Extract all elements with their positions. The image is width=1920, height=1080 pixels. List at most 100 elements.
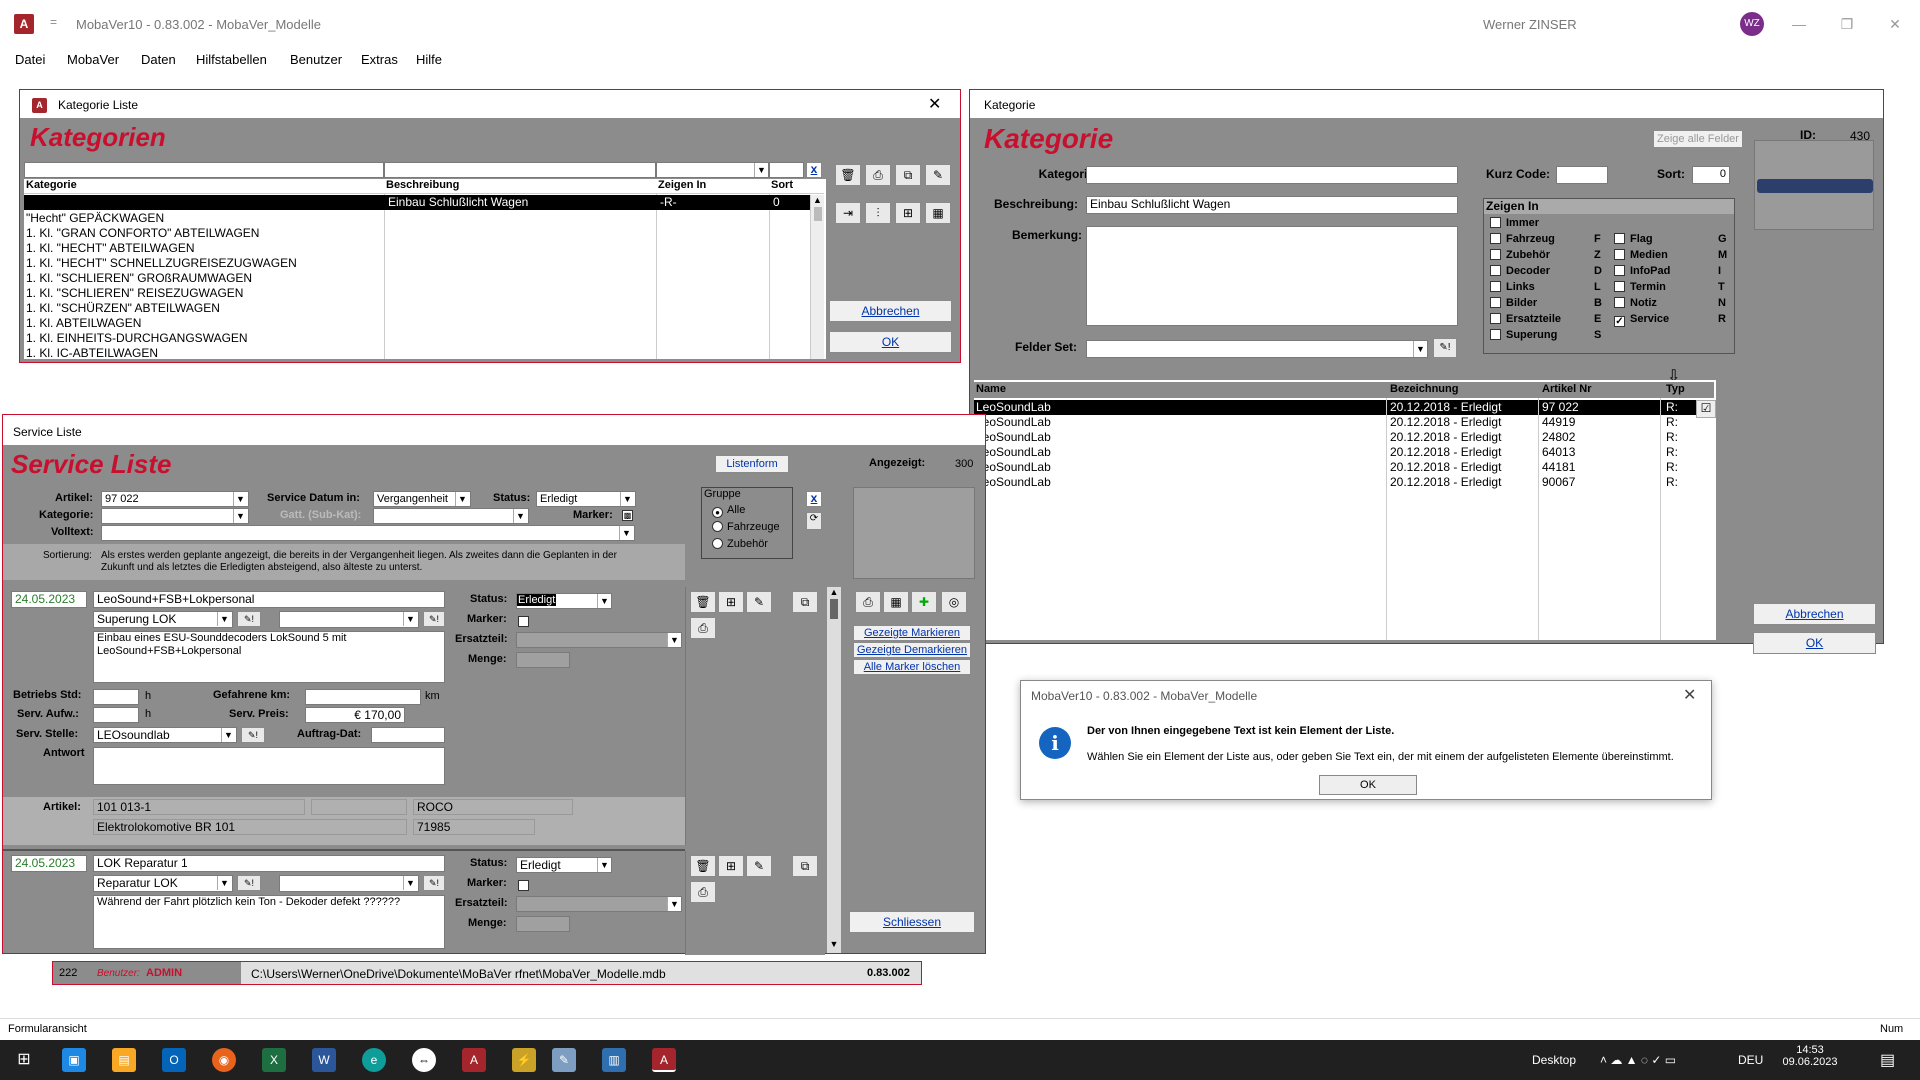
- checkbox[interactable]: [1490, 233, 1501, 244]
- zeigen-in-option[interactable]: Links L: [1490, 281, 1602, 296]
- table-row[interactable]: 1. Kl. "GRAN CONFORTO" ABTEILWAGEN: [26, 226, 259, 240]
- marker-filter-checkbox[interactable]: ▩: [622, 510, 633, 521]
- scrollbar[interactable]: ▲: [810, 195, 824, 359]
- table-row[interactable]: 1. Kl. ABTEILWAGEN: [26, 316, 141, 330]
- input-language[interactable]: DEU: [1738, 1053, 1763, 1067]
- delete-icon[interactable]: 🗑: [690, 855, 716, 877]
- clear-filter-button[interactable]: x: [806, 491, 822, 507]
- marker-checkbox[interactable]: [518, 878, 534, 892]
- checkbox[interactable]: [1614, 281, 1625, 292]
- edit-subtype-icon[interactable]: ✎!: [423, 875, 445, 891]
- table-row[interactable]: "Hecht" GEPÄCKWAGEN: [26, 211, 164, 225]
- scroll-thumb[interactable]: [830, 599, 838, 619]
- chevron-down-icon[interactable]: ▼: [217, 876, 231, 890]
- zeigen-in-option[interactable]: Immer: [1490, 217, 1602, 232]
- delete-icon[interactable]: 🗑: [690, 591, 716, 613]
- zeigen-in-option[interactable]: Zubehör Z: [1490, 249, 1602, 264]
- copy-icon[interactable]: ⧉: [792, 855, 818, 877]
- ersatzteil-select[interactable]: ▼: [516, 896, 682, 912]
- scrollbar[interactable]: ▲ ▼: [827, 587, 841, 953]
- zeigen-in-option[interactable]: Fahrzeug F: [1490, 233, 1602, 248]
- chevron-down-icon[interactable]: ▼: [513, 509, 527, 523]
- menu-mobaver[interactable]: MobaVer: [67, 52, 119, 67]
- checkbox[interactable]: [1614, 297, 1625, 308]
- menu-daten[interactable]: Daten: [141, 52, 176, 67]
- title-field[interactable]: LOK Reparatur 1: [93, 855, 445, 872]
- checkbox[interactable]: [1614, 249, 1625, 260]
- serv-preis-input[interactable]: € 170,00: [305, 707, 405, 723]
- checkbox[interactable]: [518, 880, 529, 891]
- checkbox[interactable]: [1490, 313, 1501, 324]
- tree-icon[interactable]: ⊞: [718, 591, 744, 613]
- access-active-icon[interactable]: A: [652, 1048, 676, 1072]
- description-textarea[interactable]: Während der Fahrt plötzlich kein Ton - D…: [93, 895, 445, 949]
- edit-felder-set-icon[interactable]: ✎!: [1433, 338, 1457, 358]
- col-artikel-nr[interactable]: Artikel Nr: [1542, 383, 1592, 395]
- checkbox[interactable]: ✓: [1614, 316, 1625, 327]
- avatar[interactable]: WZ: [1740, 12, 1764, 36]
- checkbox[interactable]: [1490, 281, 1501, 292]
- tree-icon[interactable]: ⊞: [895, 202, 921, 224]
- checkbox[interactable]: [1614, 265, 1625, 276]
- menu-benutzer[interactable]: Benutzer: [290, 52, 342, 67]
- kategorie-input[interactable]: [1086, 166, 1458, 184]
- table-row[interactable]: 1. Kl. "SCHLIEREN" REISEZUGWAGEN: [26, 286, 243, 300]
- edit-icon[interactable]: ✎: [925, 164, 951, 186]
- edit-serv-stelle-icon[interactable]: ✎!: [241, 727, 265, 743]
- chevron-down-icon[interactable]: ▼: [221, 728, 235, 742]
- betriebs-input[interactable]: [93, 689, 139, 705]
- word-icon[interactable]: W: [312, 1048, 336, 1072]
- chevron-down-icon[interactable]: ▼: [619, 526, 633, 540]
- check-icon[interactable]: ☑: [1696, 400, 1716, 418]
- col-bezeichnung[interactable]: Bezeichnung: [1390, 383, 1458, 395]
- table-row[interactable]: LeoSoundLab 20.12.2018 - Erledigt 44181 R:: [974, 460, 1696, 475]
- filter-zeigen-in[interactable]: ▼: [656, 162, 769, 178]
- checkbox[interactable]: [1490, 297, 1501, 308]
- beschreibung-input[interactable]: Einbau Schlußlicht Wagen: [1086, 196, 1458, 214]
- filter-beschreibung[interactable]: [384, 162, 656, 178]
- tray-chevron-icon[interactable]: ˄ ☁ ▲ ◌ ✓ ▭: [1600, 1053, 1676, 1067]
- close-icon[interactable]: ✕: [928, 94, 941, 114]
- gruppe-radio[interactable]: ● Alle: [712, 504, 745, 518]
- edit-icon[interactable]: ✎: [746, 591, 772, 613]
- desktop-toolbar[interactable]: Desktop: [1532, 1053, 1576, 1067]
- marker-checkbox[interactable]: [518, 614, 534, 628]
- menge-input[interactable]: [516, 916, 570, 932]
- type-select[interactable]: Reparatur LOK: [93, 875, 233, 892]
- filter-kategorie[interactable]: [24, 162, 384, 178]
- table-row[interactable]: LeoSoundLab 20.12.2018 - Erledigt 97 022 R:: [974, 400, 1696, 415]
- edit-type-icon[interactable]: ✎!: [237, 875, 261, 891]
- windows-start-icon[interactable]: ⊞: [12, 1048, 36, 1072]
- chevron-down-icon[interactable]: ▼: [233, 509, 247, 523]
- col-kategorie[interactable]: Kategorie: [26, 179, 77, 191]
- menu-extras[interactable]: Extras: [361, 52, 398, 67]
- artikel-filter[interactable]: 97 022: [101, 491, 249, 507]
- kurz-code-input[interactable]: [1556, 166, 1608, 184]
- zeigen-in-option[interactable]: Decoder D: [1490, 265, 1602, 280]
- sort-input[interactable]: 0: [1692, 166, 1730, 184]
- table-row[interactable]: 1. Kl. EINHEITS-DURCHGANGSWAGEN: [26, 331, 248, 345]
- table-row[interactable]: 1. Kl. IC-ABTEILWAGEN: [26, 346, 158, 360]
- chevron-down-icon[interactable]: ▼: [455, 492, 469, 506]
- clock[interactable]: 14:53 09.06.2023: [1780, 1044, 1840, 1068]
- filter-sort[interactable]: [769, 162, 804, 178]
- app-icon[interactable]: ⚡: [512, 1048, 536, 1072]
- firefox-icon[interactable]: ◉: [212, 1048, 236, 1072]
- print-icon[interactable]: ⎙: [690, 881, 716, 903]
- clear-filter-button[interactable]: x: [806, 162, 822, 178]
- close-icon[interactable]: ✕: [1683, 685, 1696, 705]
- schliessen-button[interactable]: Schliessen: [849, 911, 975, 933]
- tree-icon[interactable]: ⊞: [718, 855, 744, 877]
- ok-button[interactable]: OK: [1753, 632, 1876, 654]
- scroll-thumb[interactable]: [813, 207, 822, 221]
- scroll-up-icon[interactable]: ▲: [811, 195, 824, 205]
- user-name[interactable]: Werner ZINSER: [1483, 17, 1577, 32]
- col-zeigen-in[interactable]: Zeigen In: [658, 179, 706, 191]
- ersatzteil-select[interactable]: ▼: [516, 632, 682, 648]
- col-sort[interactable]: Sort: [771, 179, 793, 191]
- chevron-down-icon[interactable]: ▼: [597, 858, 611, 872]
- minimize-icon[interactable]: —: [1784, 12, 1814, 36]
- access-icon[interactable]: A: [462, 1048, 486, 1072]
- menu-hilfstabellen[interactable]: Hilfstabellen: [196, 52, 267, 67]
- table-row[interactable]: LeoSoundLab 20.12.2018 - Erledigt 64013 R:: [974, 445, 1696, 460]
